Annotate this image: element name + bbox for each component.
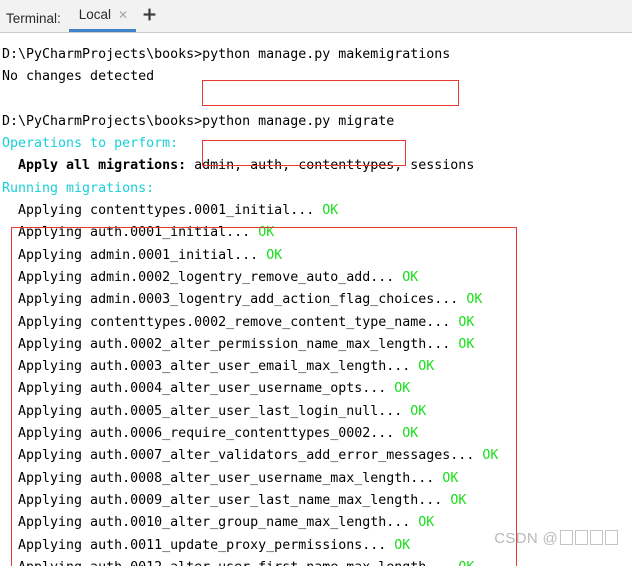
terminal-migration-line: Applying auth.0001_initial... OK xyxy=(0,222,632,244)
terminal-command: python manage.py makemigrations xyxy=(202,47,451,62)
watermark-glyph-box xyxy=(575,529,588,545)
migration-status: OK xyxy=(442,470,459,486)
terminal-toolwindow-header: Terminal: Local ✕ xyxy=(0,0,632,33)
terminal-text: No changes detected xyxy=(2,69,155,85)
terminal-migration-line: Applying contenttypes.0001_initial... OK xyxy=(0,200,632,222)
migration-name: Applying auth.0004_alter_user_username_o… xyxy=(2,381,395,397)
close-icon[interactable]: ✕ xyxy=(118,9,128,27)
terminal-prompt: D:\PyCharmProjects\books> xyxy=(2,113,203,129)
migration-name: Applying auth.0009_alter_user_last_name_… xyxy=(2,492,451,508)
watermark-unrendered-glyphs xyxy=(558,528,618,550)
watermark-text: CSDN @ xyxy=(494,529,558,547)
terminal-migration-line: Applying auth.0003_alter_user_email_max_… xyxy=(0,356,632,378)
terminal-migration-line: Applying auth.0008_alter_user_username_m… xyxy=(0,468,632,490)
terminal-migration-line: Applying admin.0002_logentry_remove_auto… xyxy=(0,267,632,289)
terminal-migration-line: Applying auth.0006_require_contenttypes_… xyxy=(0,423,632,445)
apply-all-apps: admin, auth, contenttypes, sessions xyxy=(186,158,475,174)
migration-status: OK xyxy=(482,448,499,464)
migration-status: OK xyxy=(322,203,339,219)
migration-status: OK xyxy=(394,537,411,553)
terminal-output-line: No changes detected xyxy=(0,66,632,88)
terminal-tab-local[interactable]: Local ✕ xyxy=(68,3,137,32)
terminal-prompt: D:\PyCharmProjects\books> xyxy=(2,47,203,62)
migration-name: Applying admin.0001_initial... xyxy=(2,247,267,263)
migration-name: Applying auth.0001_initial... xyxy=(2,225,259,241)
terminal-command: python manage.py migrate xyxy=(202,113,395,129)
terminal-migration-line: Applying contenttypes.0002_remove_conten… xyxy=(0,312,632,334)
watermark-glyph-box xyxy=(560,529,573,545)
migration-status: OK xyxy=(458,336,475,352)
migration-name: Applying auth.0003_alter_user_email_max_… xyxy=(2,359,419,375)
terminal-output-area[interactable]: D:\PyCharmProjects\books>python manage.p… xyxy=(0,33,632,566)
terminal-migration-line: Applying admin.0001_initial... OK xyxy=(0,245,632,267)
migration-name: Applying admin.0003_logentry_add_action_… xyxy=(2,292,467,308)
migration-status: OK xyxy=(394,381,411,397)
terminal-migration-line: Applying auth.0007_alter_validators_add_… xyxy=(0,445,632,467)
terminal-migration-line: Applying auth.0009_alter_user_last_name_… xyxy=(0,490,632,512)
terminal-output-line: Running migrations: xyxy=(0,178,632,200)
migration-name: Applying contenttypes.0002_remove_conten… xyxy=(2,314,459,330)
watermark-glyph-box xyxy=(590,529,603,545)
migration-name: Applying contenttypes.0001_initial... xyxy=(2,203,323,219)
toolwindow-title: Terminal: xyxy=(6,10,61,26)
migration-status: OK xyxy=(458,560,474,566)
migration-name: Applying admin.0002_logentry_remove_auto… xyxy=(2,269,403,285)
terminal-migration-line: Applying auth.0005_alter_user_last_login… xyxy=(0,401,632,423)
watermark-glyph-box xyxy=(605,529,618,545)
migration-name: Applying auth.0010_alter_group_name_max_… xyxy=(2,515,419,531)
migration-status: OK xyxy=(402,426,419,442)
csdn-watermark: CSDN @ xyxy=(494,528,618,550)
migration-status: OK xyxy=(410,403,427,419)
terminal-text: Operations to perform: xyxy=(2,136,179,152)
terminal-text: Running migrations: xyxy=(2,180,155,196)
terminal-migration-line: Applying admin.0003_logentry_add_action_… xyxy=(0,289,632,311)
terminal-output-line: Operations to perform: xyxy=(0,133,632,155)
migration-status: OK xyxy=(418,359,435,375)
plus-icon[interactable] xyxy=(136,3,162,32)
migration-name: Applying auth.0008_alter_user_username_m… xyxy=(2,470,443,486)
migration-name: Applying auth.0011_update_proxy_permissi… xyxy=(2,537,395,553)
migration-status: OK xyxy=(466,292,483,308)
migration-name: Applying auth.0007_alter_validators_add_… xyxy=(2,448,483,464)
terminal-migration-line: Applying auth.0012_alter_user_first_name… xyxy=(0,557,632,566)
migration-status: OK xyxy=(418,515,435,531)
migration-status: OK xyxy=(402,269,419,285)
apply-all-label: Apply all migrations: xyxy=(2,158,187,174)
migration-status: OK xyxy=(458,314,475,330)
terminal-migration-line: Applying auth.0004_alter_user_username_o… xyxy=(0,378,632,400)
migration-status: OK xyxy=(266,247,283,263)
migration-status: OK xyxy=(450,492,467,508)
terminal-command-line: D:\PyCharmProjects\books>python manage.p… xyxy=(0,111,632,133)
terminal-apply-all-line: Apply all migrations: admin, auth, conte… xyxy=(0,155,632,177)
migration-name: Applying auth.0012_alter_user_first_name… xyxy=(2,560,458,566)
migration-status: OK xyxy=(258,225,275,241)
migration-name: Applying auth.0006_require_contenttypes_… xyxy=(2,426,403,442)
terminal-migration-line: Applying auth.0002_alter_permission_name… xyxy=(0,334,632,356)
migration-name: Applying auth.0002_alter_permission_name… xyxy=(2,336,459,352)
terminal-tab-label: Local xyxy=(78,6,112,22)
migration-name: Applying auth.0005_alter_user_last_login… xyxy=(2,403,411,419)
terminal-command-line: D:\PyCharmProjects\books>python manage.p… xyxy=(0,44,632,66)
terminal-line-list: D:\PyCharmProjects\books>python manage.p… xyxy=(0,44,632,566)
